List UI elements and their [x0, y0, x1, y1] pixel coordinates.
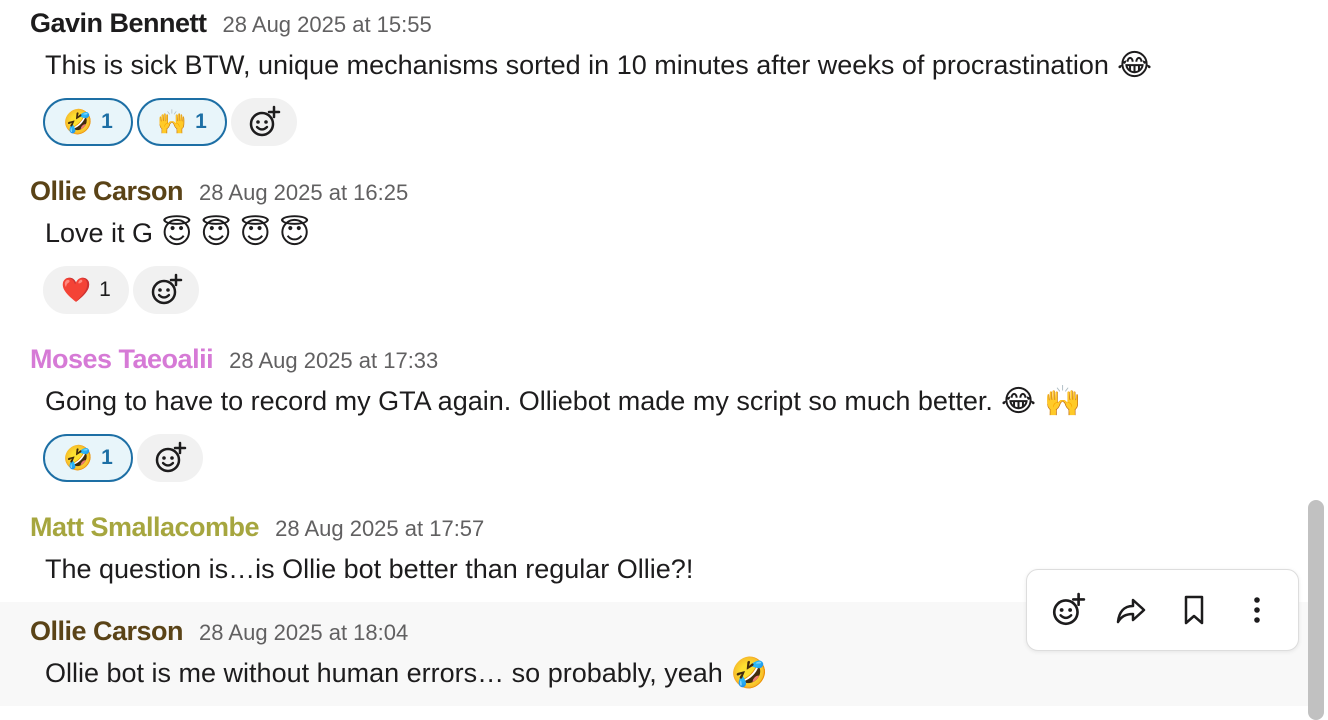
message[interactable]: Ollie Carson 28 Aug 2025 at 16:25 Love i… [0, 166, 1310, 326]
message-text: Love it G [45, 218, 154, 248]
add-reaction-button[interactable] [1042, 584, 1094, 636]
save-button[interactable] [1168, 584, 1220, 636]
message-feed: Gavin Bennett 28 Aug 2025 at 15:55 This … [0, 0, 1328, 720]
timestamp[interactable]: 28 Aug 2025 at 17:57 [275, 516, 484, 542]
tears-of-joy-emoji: 😂 [1116, 47, 1153, 83]
reaction-count: 1 [101, 110, 113, 133]
message-body: Going to have to record my GTA again. Ol… [45, 386, 1081, 417]
author-name[interactable]: Ollie Carson [30, 176, 184, 207]
message-body: Ollie bot is me without human errors… so… [45, 658, 768, 689]
rofl-emoji: 🤣 [63, 108, 94, 136]
timestamp[interactable]: 28 Aug 2025 at 17:33 [229, 348, 438, 374]
author-name[interactable]: Ollie Carson [30, 616, 184, 647]
timestamp[interactable]: 28 Aug 2025 at 18:04 [199, 620, 408, 646]
more-icon [1253, 597, 1260, 623]
halo-emoji: 😇 [278, 215, 311, 251]
add-reaction-icon [155, 441, 187, 473]
reaction-count: 1 [195, 110, 207, 133]
reaction-count: 1 [99, 278, 111, 301]
add-reaction-button[interactable] [231, 98, 297, 146]
message-actions-toolbar [1026, 569, 1299, 651]
reaction-heart[interactable]: ❤️ 1 [43, 266, 129, 314]
more-actions-button[interactable] [1231, 584, 1283, 636]
message-header: Matt Smallacombe 28 Aug 2025 at 17:57 [30, 512, 484, 543]
halo-emoji: 😇 [161, 215, 193, 251]
message-text: The question is…is Ollie bot better than… [45, 554, 694, 584]
message[interactable]: Moses Taeoalii 28 Aug 2025 at 17:33 Goin… [0, 334, 1310, 494]
author-name[interactable]: Moses Taeoalii [30, 344, 214, 375]
raised-hands-emoji: 🙌 [1044, 383, 1082, 419]
add-reaction-button[interactable] [133, 266, 199, 314]
reaction-raised-hands[interactable]: 🙌 1 [137, 98, 227, 146]
message-text: This is sick BTW, unique mechanisms sort… [45, 50, 1109, 80]
rofl-emoji: 🤣 [730, 655, 769, 691]
halo-emoji: 😇 [200, 215, 232, 251]
message[interactable]: Gavin Bennett 28 Aug 2025 at 15:55 This … [0, 0, 1310, 160]
message-body: The question is…is Ollie bot better than… [45, 554, 693, 585]
share-icon [1116, 598, 1146, 624]
reaction-bar: 🤣 1 🙌 1 [43, 98, 297, 146]
reaction-count: 1 [101, 446, 113, 469]
add-reaction-icon [1053, 592, 1086, 626]
scrollbar-thumb[interactable] [1308, 500, 1324, 720]
halo-emoji: 😇 [239, 215, 271, 251]
add-reaction-icon [249, 105, 281, 137]
author-name[interactable]: Matt Smallacombe [30, 512, 260, 543]
raised-hands-emoji: 🙌 [157, 108, 188, 136]
timestamp[interactable]: 28 Aug 2025 at 15:55 [223, 12, 432, 38]
author-name[interactable]: Gavin Bennett [30, 8, 207, 39]
message-text: Ollie bot is me without human errors… so… [45, 658, 723, 688]
rofl-emoji: 🤣 [63, 444, 94, 472]
timestamp[interactable]: 28 Aug 2025 at 16:25 [199, 180, 408, 206]
share-button[interactable] [1105, 584, 1157, 636]
reaction-rofl[interactable]: 🤣 1 [43, 434, 133, 482]
message-header: Gavin Bennett 28 Aug 2025 at 15:55 [30, 8, 432, 39]
reaction-rofl[interactable]: 🤣 1 [43, 98, 133, 146]
message-header: Ollie Carson 28 Aug 2025 at 18:04 [30, 616, 408, 647]
add-reaction-icon [151, 273, 183, 305]
message-header: Ollie Carson 28 Aug 2025 at 16:25 [30, 176, 408, 207]
bookmark-icon [1184, 595, 1204, 625]
message-header: Moses Taeoalii 28 Aug 2025 at 17:33 [30, 344, 438, 375]
reaction-bar: ❤️ 1 [43, 266, 199, 314]
heart-emoji: ❤️ [61, 276, 92, 304]
message-text: Going to have to record my GTA again. Ol… [45, 386, 993, 416]
reaction-bar: 🤣 1 [43, 434, 203, 482]
tears-of-joy-emoji: 😂 [1000, 383, 1036, 419]
add-reaction-button[interactable] [137, 434, 203, 482]
message-body: Love it G 😇 😇 😇 😇 [45, 218, 310, 249]
message-body: This is sick BTW, unique mechanisms sort… [45, 50, 1152, 81]
